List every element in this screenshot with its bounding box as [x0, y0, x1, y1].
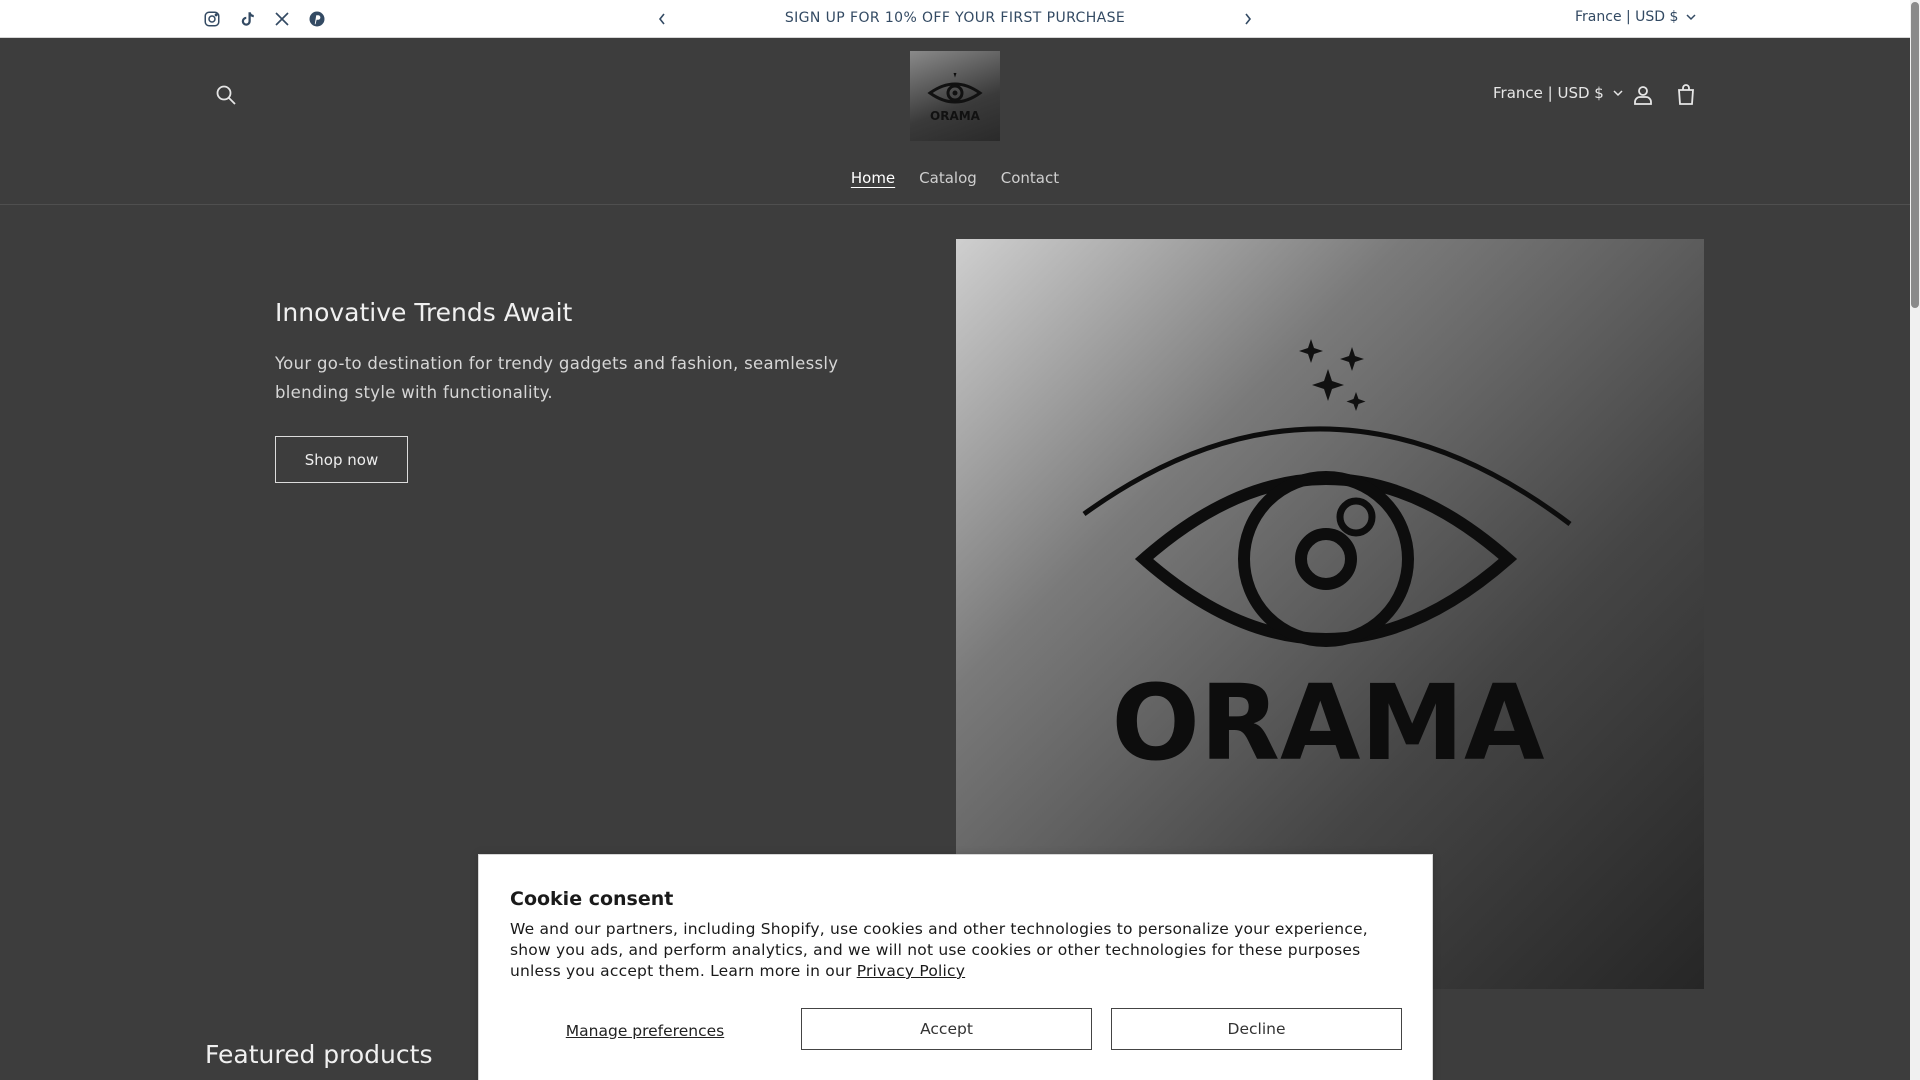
cookie-title: Cookie consent: [510, 888, 674, 910]
announcement-next-button[interactable]: [1238, 9, 1258, 29]
main-nav: Home Catalog Contact: [0, 169, 1910, 187]
hero-subtitle: Your go-to destination for trendy gadget…: [275, 354, 839, 402]
nav-item-catalog[interactable]: Catalog: [907, 169, 989, 187]
featured-products-title: Featured products: [205, 1040, 433, 1069]
shop-now-button[interactable]: Shop now: [275, 436, 408, 483]
announcement-bar: SIGN UP FOR 10% OFF YOUR FIRST PURCHASE …: [0, 0, 1910, 38]
chevron-left-icon: [658, 13, 665, 25]
announcement-prev-button[interactable]: [652, 9, 672, 29]
cookie-body: We and our partners, including Shopify, …: [510, 919, 1410, 982]
hero-title: Innovative Trends Await: [275, 298, 573, 327]
logo-text: ORAMA: [930, 109, 980, 123]
nav-item-contact[interactable]: Contact: [989, 169, 1071, 187]
locale-label: France | USD $: [1493, 84, 1604, 102]
decline-button[interactable]: Decline: [1111, 1008, 1402, 1050]
x-icon[interactable]: [273, 10, 291, 28]
privacy-policy-link[interactable]: Privacy Policy: [857, 962, 965, 980]
scrollbar-thumb[interactable]: [1911, 2, 1919, 308]
chevron-down-icon: [1686, 14, 1696, 21]
pinterest-icon[interactable]: [308, 10, 326, 28]
site-logo[interactable]: ORAMA: [910, 51, 1000, 141]
chevron-down-icon: [1613, 90, 1623, 97]
nav-item-home[interactable]: Home: [839, 169, 907, 187]
search-icon[interactable]: [214, 83, 238, 107]
cart-icon[interactable]: [1674, 83, 1698, 107]
locale-label: France | USD $: [1575, 9, 1679, 25]
header-locale-selector[interactable]: France | USD $: [1493, 84, 1623, 102]
page: SIGN UP FOR 10% OFF YOUR FIRST PURCHASE …: [0, 0, 1920, 1080]
tiktok-icon[interactable]: [238, 10, 256, 28]
hero-image-text: ORAMA: [1112, 662, 1545, 784]
account-icon[interactable]: [1631, 83, 1655, 107]
site-header: ORAMA France | USD $ Home Catalog Contac…: [0, 39, 1910, 205]
chevron-right-icon: [1245, 13, 1252, 25]
announcement-locale-selector[interactable]: France | USD $: [1575, 9, 1696, 25]
announcement-text: SIGN UP FOR 10% OFF YOUR FIRST PURCHASE: [784, 10, 1126, 26]
instagram-icon[interactable]: [203, 10, 221, 28]
accept-button[interactable]: Accept: [801, 1008, 1092, 1050]
manage-preferences-button[interactable]: Manage preferences: [510, 1010, 780, 1051]
social-links: [203, 10, 326, 28]
cookie-consent-banner: Cookie consent We and our partners, incl…: [478, 854, 1433, 1080]
eye-logo-icon: [927, 72, 983, 104]
